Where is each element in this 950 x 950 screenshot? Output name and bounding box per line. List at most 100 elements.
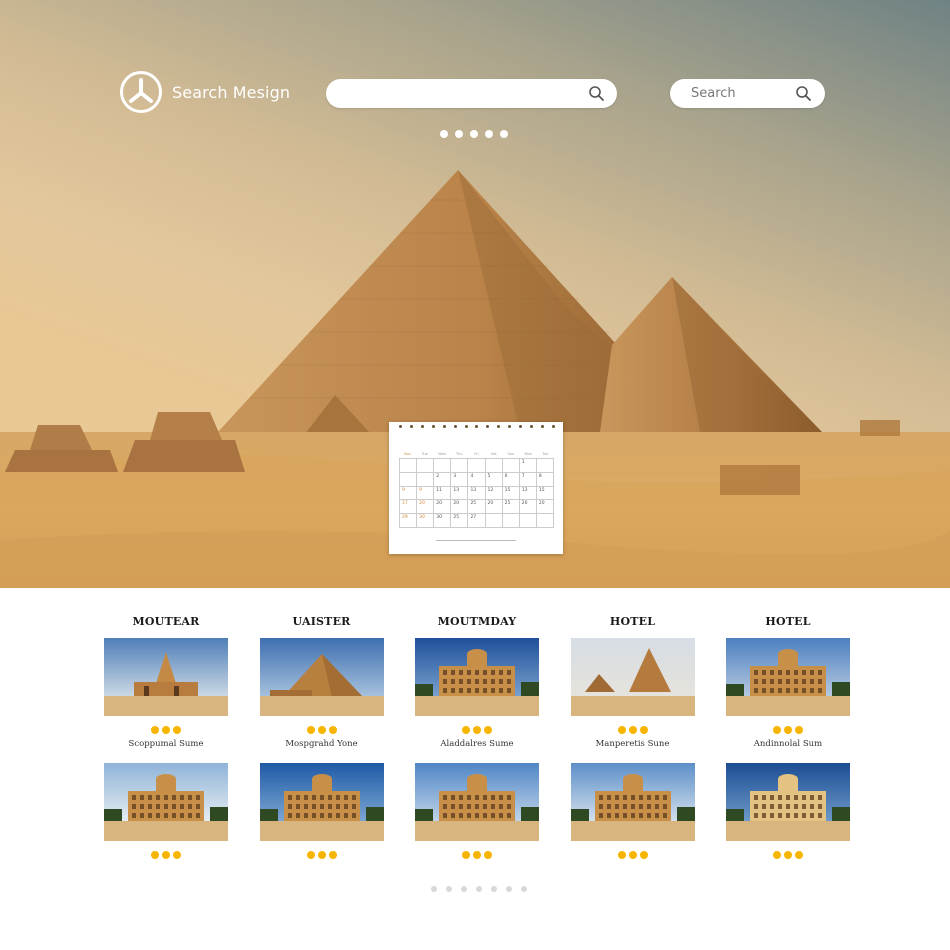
calendar-day[interactable]: 20 xyxy=(451,500,469,515)
card-subtitle: Aladdalres Sume xyxy=(440,739,514,749)
card-thumbnail[interactable] xyxy=(259,638,384,716)
pagination-dot[interactable] xyxy=(521,886,527,892)
calendar-day[interactable]: 29 xyxy=(400,514,418,528)
calendar-day[interactable] xyxy=(485,459,503,473)
rating-dot xyxy=(151,726,159,734)
calendar-day[interactable]: 13 xyxy=(468,486,486,501)
calendar-day[interactable] xyxy=(417,459,435,473)
pagination-dot[interactable] xyxy=(476,886,482,892)
calendar-day[interactable]: 25 xyxy=(468,500,486,515)
rating-dots xyxy=(260,851,384,859)
binding-hole xyxy=(475,425,479,428)
calendar-day[interactable]: 6 xyxy=(502,472,520,487)
rating-dot xyxy=(306,726,315,734)
destination-card[interactable] xyxy=(104,763,228,859)
carousel-dot[interactable] xyxy=(470,130,478,138)
calendar-day[interactable]: 11 xyxy=(434,486,452,501)
destination-card[interactable] xyxy=(259,763,384,859)
calendar-day[interactable]: 27 xyxy=(468,514,486,528)
calendar-day[interactable] xyxy=(434,459,452,473)
card-thumbnail[interactable] xyxy=(415,638,539,716)
destination-card[interactable]: HOTEL Andinnolal Sum xyxy=(726,612,850,751)
calendar-day[interactable] xyxy=(536,514,554,528)
card-thumbnail[interactable] xyxy=(259,763,384,841)
calendar-day[interactable]: 8 xyxy=(536,472,554,487)
rating-dot xyxy=(173,851,181,859)
rating-dot xyxy=(473,726,481,734)
calendar-day[interactable]: 1 xyxy=(519,459,537,473)
calendar-day[interactable] xyxy=(502,514,520,528)
calendar-day[interactable] xyxy=(485,514,503,528)
calendar-day[interactable]: 5 xyxy=(485,472,503,487)
pagination-dot[interactable] xyxy=(506,886,512,892)
calendar-day[interactable]: 12 xyxy=(485,486,503,501)
calendar-day[interactable]: 25 xyxy=(451,514,469,528)
carousel-dot[interactable] xyxy=(440,130,448,138)
card-thumbnail[interactable] xyxy=(415,763,539,841)
card-thumbnail[interactable] xyxy=(570,638,695,716)
binding-hole xyxy=(540,425,544,428)
destination-card[interactable] xyxy=(415,763,539,859)
secondary-search-bar[interactable] xyxy=(670,79,825,108)
brand-logo[interactable]: Search Mesign xyxy=(119,70,290,114)
destination-card[interactable]: MOUTEAR Scoppumal Sume xyxy=(104,612,228,751)
card-thumbnail[interactable] xyxy=(570,763,695,841)
calendar-day[interactable]: 15 xyxy=(536,486,554,501)
calendar-day[interactable] xyxy=(400,459,418,473)
search-icon[interactable] xyxy=(795,85,812,102)
pagination-dot[interactable] xyxy=(446,886,452,892)
calendar-day[interactable] xyxy=(400,472,418,487)
calendar-day[interactable]: 9 xyxy=(417,486,435,501)
pagination-dot[interactable] xyxy=(461,886,467,892)
calendar-day[interactable]: 13 xyxy=(451,486,469,501)
calendar-day[interactable]: 17 xyxy=(400,500,418,515)
card-thumbnail[interactable] xyxy=(726,638,850,716)
carousel-dot[interactable] xyxy=(455,130,463,138)
calendar-day[interactable]: 13 xyxy=(519,486,537,501)
card-thumbnail[interactable] xyxy=(104,638,228,716)
calendar-day[interactable]: 25 xyxy=(502,500,520,515)
calendar-day[interactable]: 30 xyxy=(417,514,435,528)
binding-hole xyxy=(530,425,534,428)
calendar-day[interactable]: 3 xyxy=(451,472,469,487)
carousel-dot[interactable] xyxy=(500,130,508,138)
calendar-day[interactable] xyxy=(502,459,520,473)
destination-card[interactable] xyxy=(726,763,850,859)
destination-card[interactable] xyxy=(570,763,695,859)
weekday-label: Tue xyxy=(421,452,428,456)
card-thumbnail[interactable] xyxy=(104,763,228,841)
calendar-day[interactable] xyxy=(451,459,469,473)
calendar-day[interactable]: 20 xyxy=(434,500,452,515)
calendar-day[interactable]: 2 xyxy=(434,472,452,487)
weekday-label: Sun xyxy=(507,452,515,456)
main-search-input[interactable] xyxy=(342,79,582,108)
calendar-day[interactable]: 20 xyxy=(485,500,503,515)
calendar-day[interactable] xyxy=(536,459,554,473)
card-title: HOTEL xyxy=(609,615,656,628)
calendar-day[interactable] xyxy=(417,472,435,487)
calendar-day[interactable]: 30 xyxy=(434,514,452,528)
main-search-bar[interactable] xyxy=(326,79,617,108)
brand-name: Search Mesign xyxy=(172,82,291,102)
calendar-day[interactable]: 20 xyxy=(519,500,537,515)
destination-card[interactable]: UAISTER Mospgrahd Yone xyxy=(259,612,384,751)
pagination-dot[interactable] xyxy=(491,886,497,892)
rating-dot xyxy=(617,726,626,734)
card-title: MOUTMDAY xyxy=(437,615,517,628)
secondary-search-input[interactable] xyxy=(691,79,791,108)
search-icon[interactable] xyxy=(588,85,605,102)
calendar-day[interactable]: 20 xyxy=(417,500,435,515)
destination-card[interactable]: MOUTMDAY Aladdalres Sume xyxy=(415,612,539,751)
pagination-dot[interactable] xyxy=(431,886,437,892)
destination-card[interactable]: HOTEL Manperetis Sune xyxy=(570,612,695,751)
calendar-day[interactable] xyxy=(519,514,537,528)
calendar-day[interactable]: 4 xyxy=(468,472,486,487)
carousel-dot[interactable] xyxy=(485,130,493,138)
rating-dot xyxy=(328,851,337,859)
calendar-day[interactable]: 20 xyxy=(536,500,554,515)
calendar-day[interactable] xyxy=(468,459,486,473)
calendar-day[interactable]: 15 xyxy=(502,486,520,501)
calendar-day[interactable]: 7 xyxy=(519,472,537,487)
card-thumbnail[interactable] xyxy=(726,763,850,841)
calendar-day[interactable]: 9 xyxy=(400,486,418,501)
